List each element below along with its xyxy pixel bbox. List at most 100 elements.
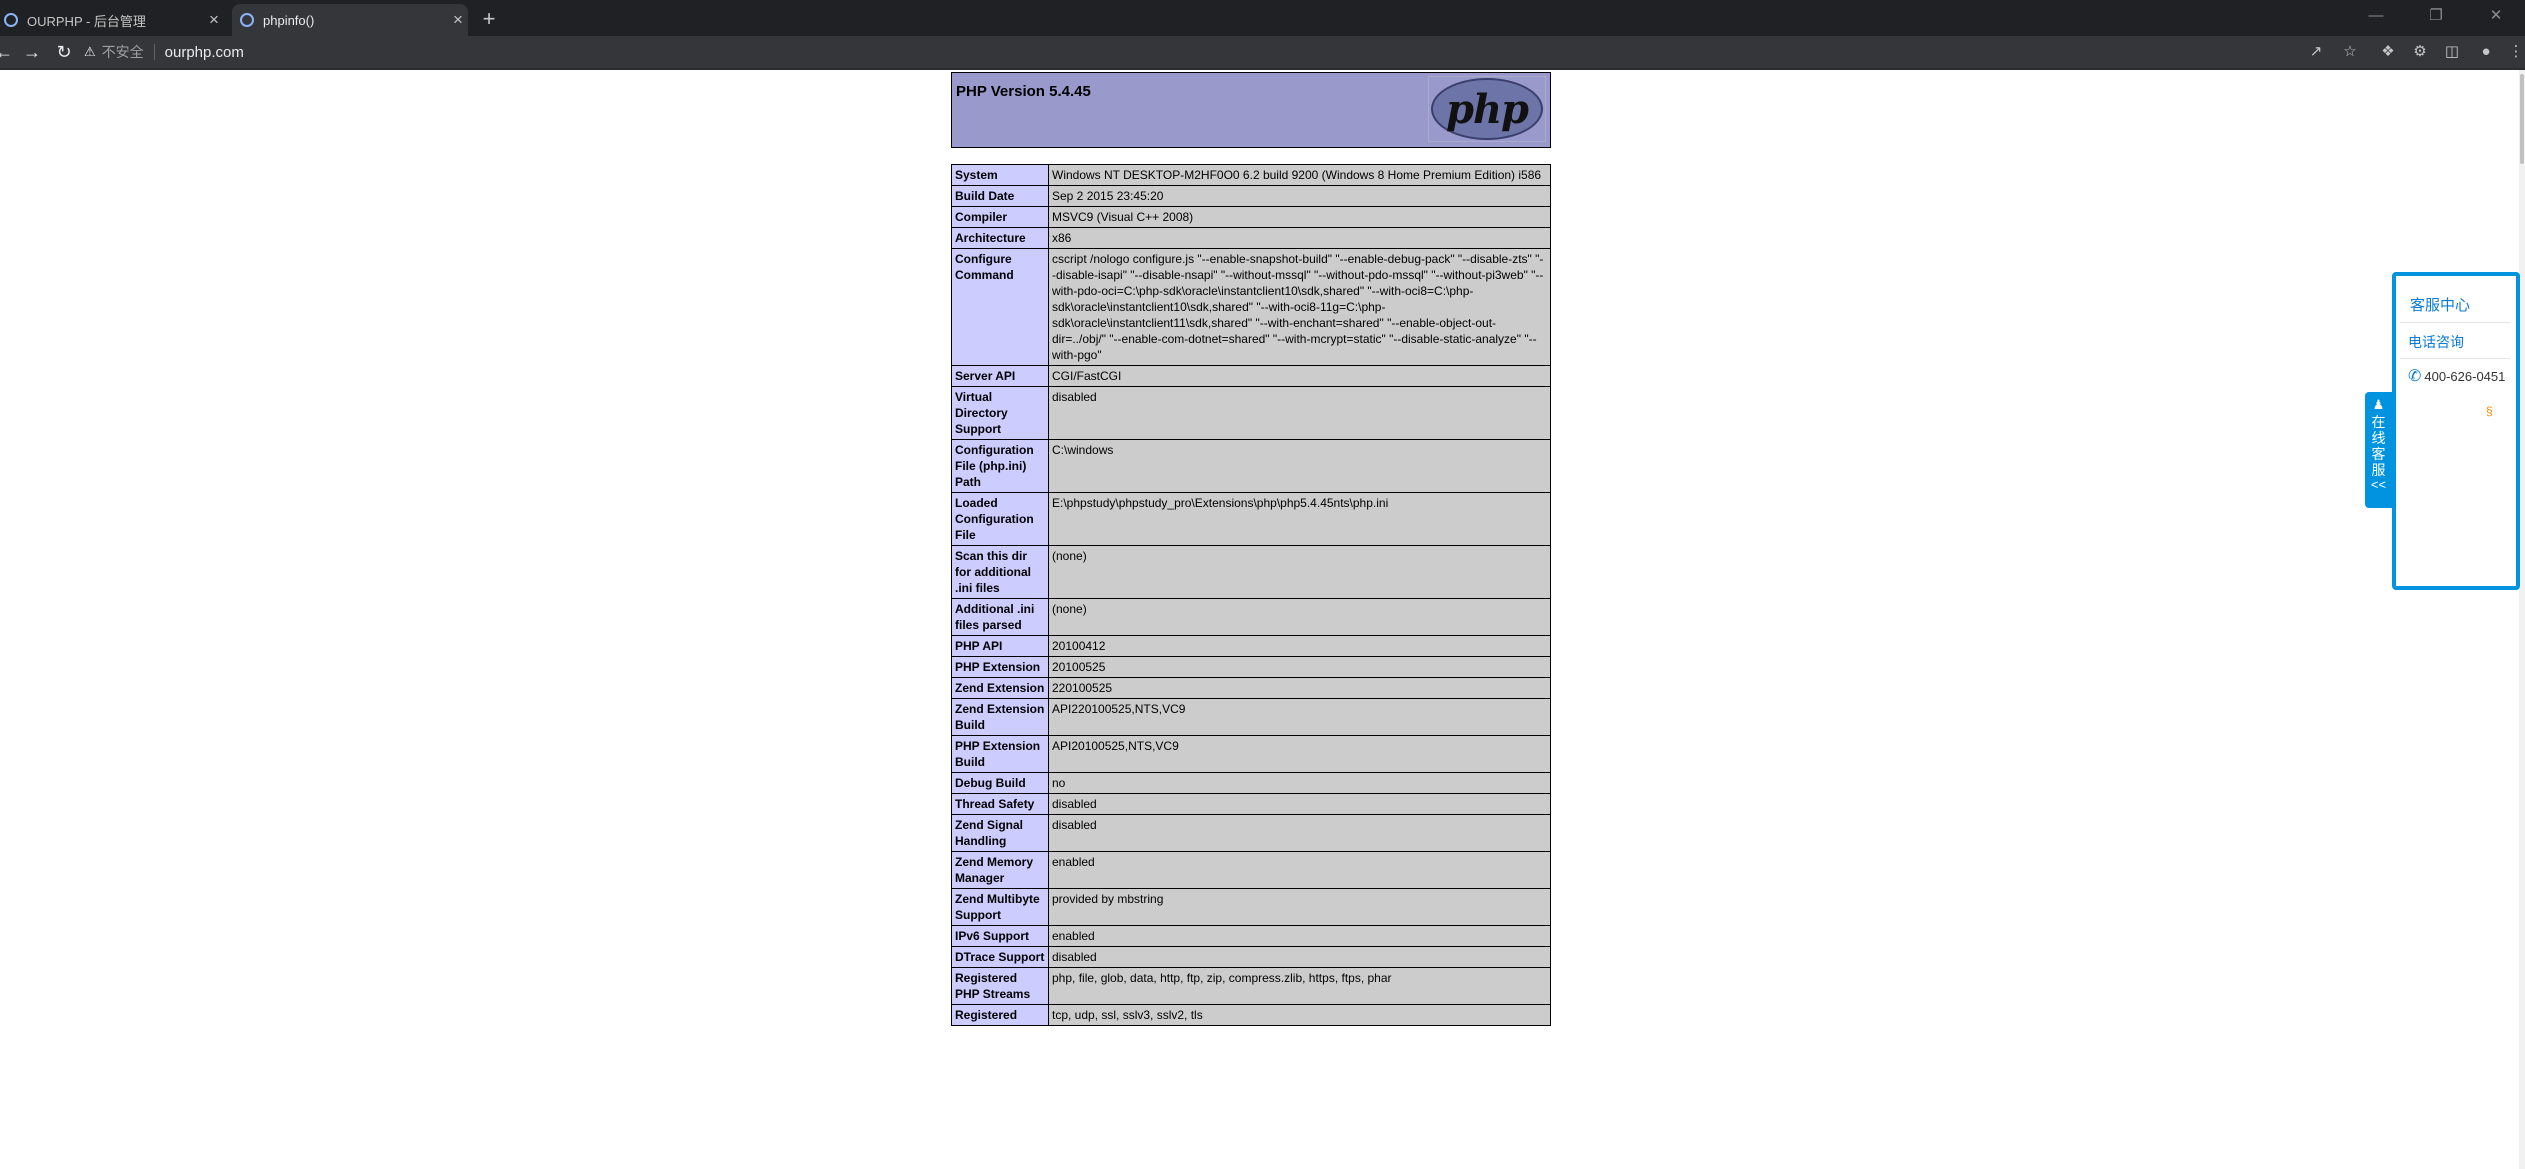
row-value: Windows NT DESKTOP-M2HF0O0 6.2 build 920… [1048, 164, 1551, 186]
person-icon[interactable]: ● [2476, 42, 2496, 62]
forward-arrow-icon[interactable]: → [20, 40, 44, 64]
table-row: Loaded Configuration File E:\phpstudy\php… [951, 492, 1551, 546]
tab-title: OURPHP - 后台管理 [27, 13, 146, 29]
online-service-tab[interactable]: ♟ 在 线 客 服 << [2365, 392, 2392, 508]
divider [2400, 322, 2510, 323]
table-row: Registered PHP Streams php, file, glob, d… [951, 967, 1551, 1005]
row-value: x86 [1048, 227, 1551, 249]
row-value: no [1048, 772, 1551, 794]
row-key: Zend Memory Manager [951, 851, 1049, 889]
reload-icon[interactable]: ↻ [52, 40, 76, 64]
row-key: Compiler [951, 206, 1049, 228]
row-key: Additional .ini files parsed [951, 598, 1049, 636]
globe-icon [240, 13, 254, 27]
table-row: Registered tcp, udp, ssl, sslv3, sslv2, t… [951, 1004, 1551, 1026]
row-key: Configure Command [951, 248, 1049, 366]
phone-number[interactable]: ✆ 400-626-0451 [2408, 366, 2505, 386]
row-key: Zend Extension Build [951, 698, 1049, 736]
table-row: DTrace Support disabled [951, 946, 1551, 968]
globe-icon [4, 13, 18, 27]
scrollbar-thumb[interactable] [2520, 74, 2524, 164]
security-label[interactable]: 不安全 [102, 42, 144, 62]
row-value: 20100525 [1048, 656, 1551, 678]
scrollbar[interactable] [2519, 70, 2525, 1169]
restore-icon[interactable]: ❐ [2406, 2, 2466, 30]
table-row: Zend Signal Handling disabled [951, 814, 1551, 852]
cs-extra-link[interactable]: § [2486, 404, 2493, 418]
tab-phpinfo[interactable]: phpinfo() × [232, 4, 468, 36]
row-value: cscript /nologo configure.js "--enable-s… [1048, 248, 1551, 366]
kebab-menu-icon[interactable]: ⋮ [2506, 42, 2525, 62]
share-icon[interactable]: ↗ [2306, 42, 2326, 62]
close-icon[interactable]: × [204, 10, 224, 30]
tab-ourphp-admin[interactable]: OURPHP - 后台管理 × [0, 4, 224, 36]
row-value: Sep 2 2015 23:45:20 [1048, 185, 1551, 207]
row-key: DTrace Support [951, 946, 1049, 968]
row-key: Registered [951, 1004, 1049, 1026]
collapse-arrow-icon: << [2370, 477, 2387, 492]
table-row: PHP API 20100412 [951, 635, 1551, 657]
row-value: enabled [1048, 925, 1551, 947]
row-key: Thread Safety [951, 793, 1049, 815]
address-bar[interactable]: ⚠ 不安全 ourphp.com [84, 38, 2284, 66]
phpinfo-table-body: System Windows NT DESKTOP-M2HF0O0 6.2 bui… [951, 164, 1551, 1026]
phpinfo-header: PHP Version 5.4.45 php [951, 72, 1551, 148]
table-row: PHP Extension 20100525 [951, 656, 1551, 678]
table-row: System Windows NT DESKTOP-M2HF0O0 6.2 bui… [951, 164, 1551, 186]
row-value: API220100525,NTS,VC9 [1048, 698, 1551, 736]
warning-triangle-icon[interactable]: ⚠ [84, 44, 96, 60]
table-row: Thread Safety disabled [951, 793, 1551, 815]
close-icon[interactable]: × [448, 10, 468, 30]
table-row: Zend Extension 220100525 [951, 677, 1551, 699]
row-key: System [951, 164, 1049, 186]
row-key: Zend Signal Handling [951, 814, 1049, 852]
row-value: enabled [1048, 851, 1551, 889]
sidebar-icon[interactable]: ◫ [2442, 42, 2462, 62]
table-row: Virtual Directory Support disabled [951, 386, 1551, 440]
row-value: tcp, udp, ssl, sslv3, sslv2, tls [1048, 1004, 1551, 1026]
row-key: Registered PHP Streams [951, 967, 1049, 1005]
tab-char: 线 [2371, 430, 2386, 446]
row-key: Zend Extension [951, 677, 1049, 699]
phone-number-text: 400-626-0451 [2424, 368, 2506, 384]
phpinfo-table: System Windows NT DESKTOP-M2HF0O0 6.2 bui… [951, 164, 1551, 1026]
row-value: (none) [1048, 598, 1551, 636]
url-text[interactable]: ourphp.com [165, 44, 244, 61]
back-arrow-icon[interactable]: ← [0, 40, 16, 64]
row-key: IPv6 Support [951, 925, 1049, 947]
tab-char: 服 [2371, 462, 2386, 478]
row-key: Architecture [951, 227, 1049, 249]
tab-char: 在 [2371, 414, 2386, 430]
table-row: Compiler MSVC9 (Visual C++ 2008) [951, 206, 1551, 228]
browser-toolbar: ← → ↻ ⚠ 不安全 ourphp.com ↗ ☆ ❖ ⚙ ◫ ● ⋮ [0, 36, 2525, 68]
row-key: Loaded Configuration File [951, 492, 1049, 546]
row-key: PHP API [951, 635, 1049, 657]
table-row: Zend Multibyte Support provided by mbstri… [951, 888, 1551, 926]
people-icon: ♟ [2372, 397, 2385, 412]
php-logo[interactable]: php [1428, 76, 1546, 142]
row-value: provided by mbstring [1048, 888, 1551, 926]
new-tab-button[interactable]: + [476, 6, 502, 32]
minimize-icon[interactable]: — [2346, 2, 2406, 30]
row-key: Scan this dir for additional .ini files [951, 545, 1049, 599]
divider [2400, 358, 2510, 359]
table-row: PHP Extension Build API20100525,NTS,VC9 [951, 735, 1551, 773]
phone-consult-link[interactable]: 电话咨询 [2408, 332, 2464, 352]
table-row: Additional .ini files parsed (none) [951, 598, 1551, 636]
row-value: API20100525,NTS,VC9 [1048, 735, 1551, 773]
cs-title: 客服中心 [2410, 297, 2471, 314]
row-key: PHP Extension Build [951, 735, 1049, 773]
tab-title: phpinfo() [263, 12, 315, 28]
extension-icon[interactable]: ⚙ [2410, 42, 2430, 62]
table-row: Server API CGI/FastCGI [951, 365, 1551, 387]
row-value: 220100525 [1048, 677, 1551, 699]
table-row: Configuration File (php.ini) Path C:\wind… [951, 439, 1551, 493]
customer-service-panel: 客服中心 电话咨询 ✆ 400-626-0451 § [2392, 272, 2520, 590]
puzzle-icon[interactable]: ❖ [2378, 42, 2398, 62]
close-window-icon[interactable]: ✕ [2466, 2, 2525, 30]
row-value: php, file, glob, data, http, ftp, zip, c… [1048, 967, 1551, 1005]
row-value: 20100412 [1048, 635, 1551, 657]
row-key: Server API [951, 365, 1049, 387]
row-value: disabled [1048, 814, 1551, 852]
star-icon[interactable]: ☆ [2340, 42, 2360, 62]
